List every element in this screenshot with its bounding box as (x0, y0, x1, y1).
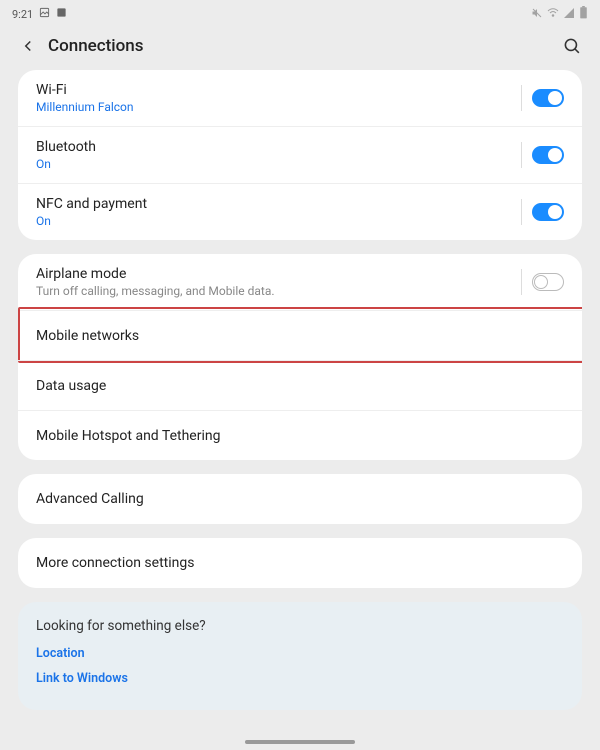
card-advanced-calling: Advanced Calling (18, 474, 582, 524)
search-icon (563, 37, 582, 56)
search-button[interactable] (560, 34, 584, 58)
row-wifi[interactable]: Wi-Fi Millennium Falcon (18, 70, 582, 126)
status-bar: 9:21 (0, 0, 600, 24)
wifi-toggle[interactable] (532, 89, 564, 107)
row-nfc[interactable]: NFC and payment On (18, 183, 582, 240)
row-main: NFC and payment On (36, 196, 521, 228)
row-main: Data usage (36, 378, 564, 394)
row-main: Bluetooth On (36, 139, 521, 171)
airplane-title: Airplane mode (36, 266, 521, 282)
more-settings-title: More connection settings (36, 555, 564, 571)
advanced-calling-title: Advanced Calling (36, 491, 564, 507)
card-network: Airplane mode Turn off calling, messagin… (18, 254, 582, 460)
data-usage-title: Data usage (36, 378, 564, 394)
chevron-left-icon (19, 37, 37, 55)
bluetooth-toggle[interactable] (532, 146, 564, 164)
back-button[interactable] (16, 34, 40, 58)
row-hotspot[interactable]: Mobile Hotspot and Tethering (18, 410, 582, 460)
signal-icon (563, 7, 575, 22)
row-more-settings[interactable]: More connection settings (18, 538, 582, 588)
mobile-networks-title: Mobile networks (36, 328, 564, 344)
divider (521, 85, 522, 111)
row-mobile-networks[interactable]: Mobile networks (18, 310, 582, 360)
airplane-sub: Turn off calling, messaging, and Mobile … (36, 284, 521, 298)
wifi-icon (547, 7, 559, 22)
status-time: 9:21 (12, 8, 33, 21)
home-indicator[interactable] (245, 740, 355, 744)
mobile-networks-highlight: Mobile networks (18, 310, 582, 360)
wifi-sub: Millennium Falcon (36, 100, 521, 114)
card-looking-for: Looking for something else? Location Lin… (18, 602, 582, 710)
nfc-sub: On (36, 214, 521, 228)
row-main: Wi-Fi Millennium Falcon (36, 82, 521, 114)
divider (521, 142, 522, 168)
row-main: More connection settings (36, 555, 564, 571)
link-location[interactable]: Location (36, 646, 564, 661)
nfc-toggle[interactable] (532, 203, 564, 221)
status-right (531, 6, 588, 22)
airplane-toggle[interactable] (532, 273, 564, 291)
row-main: Mobile Hotspot and Tethering (36, 428, 564, 444)
card-wireless: Wi-Fi Millennium Falcon Bluetooth On NFC… (18, 70, 582, 240)
row-bluetooth[interactable]: Bluetooth On (18, 126, 582, 183)
notification-icon (56, 7, 67, 21)
row-airplane[interactable]: Airplane mode Turn off calling, messagin… (18, 254, 582, 310)
row-data-usage[interactable]: Data usage (18, 360, 582, 410)
row-main: Advanced Calling (36, 491, 564, 507)
row-advanced-calling[interactable]: Advanced Calling (18, 474, 582, 524)
card-more: More connection settings (18, 538, 582, 588)
header: Connections (0, 24, 600, 70)
divider (521, 269, 522, 295)
row-main: Mobile networks (36, 328, 564, 344)
nfc-title: NFC and payment (36, 196, 521, 212)
link-to-windows[interactable]: Link to Windows (36, 671, 564, 686)
wifi-title: Wi-Fi (36, 82, 521, 98)
bluetooth-title: Bluetooth (36, 139, 521, 155)
mute-icon (531, 7, 543, 22)
image-icon (39, 7, 50, 21)
content: Wi-Fi Millennium Falcon Bluetooth On NFC… (0, 70, 600, 710)
divider (521, 199, 522, 225)
status-left: 9:21 (12, 7, 67, 21)
bluetooth-sub: On (36, 157, 521, 171)
looking-for-title: Looking for something else? (36, 618, 564, 634)
battery-icon (579, 6, 588, 22)
page-title: Connections (48, 36, 560, 56)
hotspot-title: Mobile Hotspot and Tethering (36, 428, 564, 444)
row-main: Airplane mode Turn off calling, messagin… (36, 266, 521, 298)
